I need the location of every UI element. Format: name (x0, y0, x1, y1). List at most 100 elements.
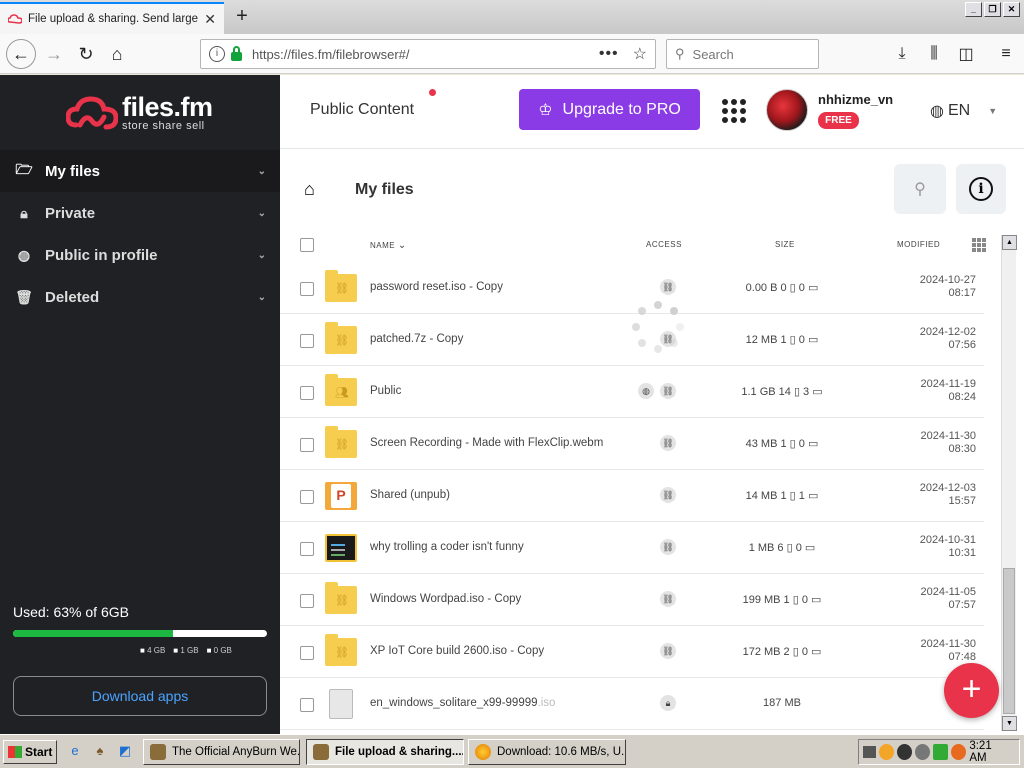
column-header-name[interactable]: NAME ⌄ (370, 240, 407, 251)
row-checkbox[interactable] (300, 386, 314, 400)
table-row[interactable]: 👥︎ Public ◍ ⛓ 1.1 GB 14 ▯ 3 ▭ 2024-11-19 08:24 (280, 366, 984, 418)
table-row[interactable]: en_windows_solitare_x99-99999.iso 🔒︎ 187 M… (280, 678, 984, 730)
url-text[interactable]: https://files.fm/filebrowser#/ (252, 47, 599, 62)
filesfm-logo[interactable]: files.fm store share sell (66, 94, 213, 132)
table-row[interactable]: why trolling a coder isn't funny ⛓ 1 MB 6 … (280, 522, 984, 574)
link-access-icon[interactable]: ⛓ (660, 539, 676, 555)
sidebar-toggle-icon[interactable]: ◫ (952, 40, 980, 68)
link-access-icon[interactable]: ⛓ (660, 435, 676, 451)
scroll-down-icon[interactable]: ▼ (1002, 716, 1017, 731)
link-access-icon[interactable]: ⛓ (660, 383, 676, 399)
info-button[interactable]: i (956, 164, 1006, 214)
row-checkbox[interactable] (300, 334, 314, 348)
scroll-up-icon[interactable]: ▲ (1002, 235, 1017, 250)
file-name[interactable]: patched.7z - Copy (370, 333, 463, 345)
table-row[interactable]: ⛓ Windows Wordpad.iso - Copy ⛓ 199 MB 1 ▯ 0… (280, 574, 984, 626)
sidebar-item-my-files[interactable]: 🗁 My files ⌄ (0, 150, 280, 192)
row-checkbox[interactable] (300, 282, 314, 296)
menu-icon[interactable]: ≡ (992, 40, 1020, 68)
keyboard-icon[interactable] (863, 746, 877, 758)
powerpoint-thumbnail-icon[interactable]: P (325, 482, 357, 510)
home-button[interactable]: ⌂ (103, 40, 131, 68)
sidebar-item-deleted[interactable]: 🗑︎ Deleted ⌄ (0, 276, 280, 318)
download-apps-button[interactable]: Download apps (13, 676, 267, 716)
language-selector[interactable]: ◍ EN ▼ (930, 101, 997, 121)
folder-link-icon[interactable]: ⛓ (325, 634, 357, 666)
scrollbar[interactable]: ▲ ▼ (1001, 235, 1017, 731)
row-checkbox[interactable] (300, 438, 314, 452)
row-checkbox[interactable] (300, 542, 314, 556)
archive-file-icon[interactable] (329, 689, 353, 719)
network-tray-icon[interactable] (933, 744, 949, 760)
folder-link-icon[interactable]: ⛓ (325, 322, 357, 354)
chevron-down-icon[interactable]: ⌄ (258, 250, 266, 261)
sidebar-item-public-in-profile[interactable]: ◍ Public in profile ⌄ (0, 234, 280, 276)
search-tray-icon[interactable] (951, 744, 967, 760)
lock-access-icon[interactable]: 🔒︎ (660, 695, 676, 711)
drive-tray-icon[interactable] (915, 744, 931, 760)
row-checkbox[interactable] (300, 646, 314, 660)
media-tray-icon[interactable] (897, 744, 913, 760)
avatar[interactable] (766, 89, 808, 131)
select-all-checkbox[interactable] (300, 238, 314, 252)
row-checkbox[interactable] (300, 698, 314, 712)
link-access-icon[interactable]: ⛓ (660, 487, 676, 503)
table-row[interactable]: ⛓ Screen Recording - Made with FlexClip.w… (280, 418, 984, 470)
anyburn-quicklaunch-icon[interactable]: ♠ (91, 743, 109, 761)
url-bar[interactable]: i https://files.fm/filebrowser#/ ••• ☆ (200, 39, 656, 69)
search-input[interactable]: ⚲ Search (666, 39, 819, 69)
close-window-button[interactable]: ✕ (1003, 2, 1020, 17)
column-header-size[interactable]: SIZE (775, 240, 795, 249)
row-checkbox[interactable] (300, 490, 314, 504)
link-access-icon[interactable]: ⛓ (660, 279, 676, 295)
file-name[interactable]: XP IoT Core build 2600.iso - Copy (370, 645, 544, 657)
reload-button[interactable]: ↻ (72, 40, 100, 68)
grid-view-icon[interactable] (972, 238, 986, 252)
task-firefox-filesfm[interactable]: File upload & sharing.... (306, 739, 464, 765)
video-thumbnail-icon[interactable] (325, 534, 357, 562)
chevron-down-icon[interactable]: ⌄ (258, 292, 266, 303)
downloads-icon[interactable]: ⤓ (888, 40, 916, 68)
sidebar-item-private[interactable]: 🔒︎ Private ⌄ (0, 192, 280, 234)
ie-quicklaunch-icon[interactable]: e (66, 743, 84, 761)
firefox-tray-icon[interactable] (879, 744, 895, 760)
bookmark-star-icon[interactable]: ☆ (633, 44, 647, 64)
explorer-quicklaunch-icon[interactable]: ◩ (116, 743, 134, 761)
browser-tab[interactable]: File upload & sharing. Send large files … (0, 2, 224, 34)
task-download[interactable]: Download: 10.6 MB/s, U... (468, 739, 626, 765)
column-header-modified[interactable]: MODIFIED (897, 240, 940, 249)
row-checkbox[interactable] (300, 594, 314, 608)
file-name[interactable]: why trolling a coder isn't funny (370, 541, 524, 553)
folder-link-icon[interactable]: ⛓ (325, 270, 357, 302)
file-name[interactable]: Windows Wordpad.iso - Copy (370, 593, 521, 605)
minimize-button[interactable]: _ (965, 2, 982, 17)
file-name[interactable]: Public (370, 385, 401, 397)
globe-access-icon[interactable]: ◍ (638, 383, 654, 399)
shared-folder-icon[interactable]: 👥︎ (325, 374, 357, 406)
tab-close-icon[interactable]: ✕ (204, 11, 216, 28)
new-tab-button[interactable]: + (230, 5, 254, 28)
home-icon[interactable]: ⌂ (304, 179, 315, 200)
file-name[interactable]: en_windows_solitare_x99-99999.iso (370, 697, 555, 709)
link-access-icon[interactable]: ⛓ (660, 591, 676, 607)
table-row[interactable]: ⛓ XP IoT Core build 2600.iso - Copy ⛓ 172 M… (280, 626, 984, 678)
chevron-down-icon[interactable]: ⌄ (258, 166, 266, 177)
link-access-icon[interactable]: ⛓ (660, 643, 676, 659)
page-actions-icon[interactable]: ••• (599, 45, 619, 63)
scrollbar-thumb[interactable] (1003, 568, 1015, 714)
file-search-button[interactable]: ⚲ (894, 164, 946, 214)
username[interactable]: nhhizme_vn (818, 92, 893, 107)
upgrade-to-pro-button[interactable]: ♔ Upgrade to PRO (519, 89, 700, 130)
folder-link-icon[interactable]: ⛓ (325, 426, 357, 458)
start-button[interactable]: Start (3, 740, 57, 764)
back-button[interactable]: ← (6, 39, 36, 69)
add-file-button[interactable]: + (944, 663, 999, 718)
site-info-icon[interactable]: i (209, 46, 225, 62)
task-anyburn[interactable]: The Official AnyBurn We... (143, 739, 300, 765)
file-name[interactable]: Shared (unpub) (370, 489, 450, 501)
public-content-link[interactable]: Public Content (310, 101, 414, 119)
chevron-down-icon[interactable]: ⌄ (258, 208, 266, 219)
library-icon[interactable]: ⫼ (920, 40, 948, 68)
file-name[interactable]: password reset.iso - Copy (370, 281, 503, 293)
apps-grid-icon[interactable] (722, 99, 746, 123)
